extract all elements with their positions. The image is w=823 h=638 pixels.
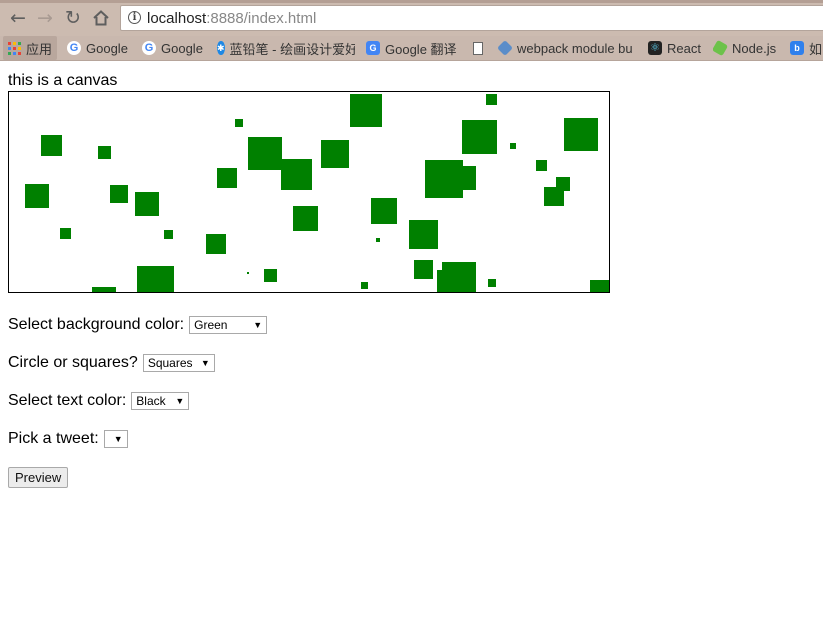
background-color-label: Select background color:: [8, 316, 185, 333]
canvas-square: [409, 220, 438, 249]
forward-arrow-icon[interactable]: →: [35, 8, 55, 28]
bookmark-label: 应用: [26, 41, 53, 57]
canvas-square: [235, 119, 243, 127]
browser-toolbar: ← → ↻ i localhost:8888/index.html: [0, 0, 823, 36]
dropdown-arrow-icon: ▼: [175, 396, 185, 406]
bookmark-label: Google: [86, 40, 128, 56]
bookmark-label: Google 翻译: [385, 41, 457, 57]
shape-row: Circle or squares? Squares ▼: [8, 354, 215, 372]
back-arrow-icon[interactable]: ←: [8, 8, 28, 28]
bookmark-google-1[interactable]: G Google: [67, 36, 128, 60]
bookmark-label: 蓝铅笔 - 绘画设计爱好: [229, 41, 355, 57]
info-icon[interactable]: i: [128, 11, 141, 24]
canvas[interactable]: [8, 91, 610, 293]
canvas-square: [92, 287, 116, 292]
background-color-select[interactable]: Green ▼: [189, 316, 268, 334]
canvas-square: [486, 94, 497, 105]
react-icon: ⚛: [648, 41, 662, 55]
canvas-square: [376, 238, 380, 242]
canvas-square: [536, 160, 547, 171]
bookmark-react[interactable]: ⚛ React: [648, 36, 701, 60]
dropdown-arrow-icon: ▼: [113, 434, 123, 444]
google-icon: G: [67, 41, 81, 55]
background-color-value: Green: [194, 318, 228, 332]
bookmark-google-2[interactable]: G Google: [142, 36, 203, 60]
bookmark-google-translate[interactable]: G Google 翻译: [366, 36, 457, 60]
canvas-square: [437, 270, 449, 292]
canvas-square: [135, 192, 159, 216]
bookmark-label: webpack module bu: [517, 40, 633, 56]
canvas-square: [264, 269, 277, 282]
url-path: :8888/index.html: [206, 10, 317, 27]
text-color-select[interactable]: Black ▼: [131, 392, 190, 410]
bookmark-nodejs[interactable]: Node.js: [713, 36, 776, 60]
canvas-square: [137, 266, 174, 292]
webpack-icon: [498, 40, 513, 56]
canvas-square: [25, 184, 49, 208]
canvas-square: [247, 272, 249, 274]
canvas-square: [217, 168, 237, 188]
canvas-square: [248, 137, 282, 170]
canvas-square: [590, 280, 609, 292]
bookmark-document[interactable]: [473, 36, 483, 60]
canvas-square: [544, 187, 564, 206]
canvas-square: [371, 198, 397, 224]
bookmark-label: Node.js: [732, 40, 777, 56]
canvas-square: [110, 185, 128, 203]
bookmark-label: React: [667, 40, 701, 56]
window-edge: [0, 0, 823, 3]
dropdown-arrow-icon: ▼: [253, 320, 263, 330]
lanqianbi-icon: ✱: [217, 41, 225, 55]
canvas-square: [60, 228, 71, 239]
bookmark-webpack[interactable]: webpack module bu: [498, 36, 636, 60]
google-icon: G: [142, 41, 156, 55]
canvas-square: [41, 135, 62, 156]
canvas-square: [455, 166, 476, 190]
canvas-square: [350, 94, 382, 127]
google-translate-icon: G: [366, 41, 380, 55]
apps-icon: [8, 41, 21, 55]
shape-label: Circle or squares?: [8, 354, 138, 371]
background-color-row: Select background color: Green ▼: [8, 316, 268, 334]
document-icon: [473, 41, 483, 55]
nodejs-icon: [713, 39, 729, 57]
text-color-row: Select text color: Black ▼: [8, 392, 190, 410]
bookmarks-bar: 应用 G Google G Google ✱ 蓝铅笔 - 绘画设计爱好 G Go…: [0, 36, 823, 61]
canvas-square: [462, 120, 497, 154]
canvas-square: [98, 146, 111, 159]
tweet-row: Pick a tweet: ▼: [8, 430, 128, 448]
text-color-value: Black: [136, 394, 166, 408]
tweet-select[interactable]: ▼: [103, 430, 128, 448]
canvas-square: [414, 260, 433, 279]
canvas-square: [293, 206, 318, 231]
shape-select[interactable]: Squares ▼: [142, 354, 215, 372]
canvas-drawing: [25, 94, 609, 292]
canvas-title: this is a canvas: [8, 72, 118, 89]
canvas-square: [488, 279, 496, 287]
preview-button[interactable]: Preview: [8, 467, 69, 488]
bookmark-label: Google: [161, 40, 203, 56]
reload-icon[interactable]: ↻: [63, 8, 83, 28]
canvas-square: [564, 118, 598, 151]
bookmark-label: 如: [809, 41, 823, 57]
canvas-square: [281, 159, 312, 190]
bing-icon: b: [790, 41, 804, 55]
url-text: localhost:8888/index.html: [147, 10, 316, 27]
dropdown-arrow-icon: ▼: [200, 358, 210, 368]
bookmark-apps[interactable]: 应用: [3, 36, 58, 60]
canvas-square: [510, 143, 516, 149]
canvas-square: [361, 282, 368, 289]
bookmark-bing[interactable]: b 如: [790, 36, 822, 60]
bookmark-lanqianbi[interactable]: ✱ 蓝铅笔 - 绘画设计爱好: [217, 36, 355, 60]
url-host: localhost: [147, 10, 207, 27]
address-bar[interactable]: i localhost:8888/index.html: [120, 5, 823, 31]
tweet-label: Pick a tweet:: [8, 430, 99, 447]
canvas-square: [164, 230, 173, 239]
text-color-label: Select text color:: [8, 392, 127, 409]
home-icon[interactable]: [91, 8, 111, 28]
canvas-square: [321, 140, 349, 168]
canvas-square: [206, 234, 226, 254]
home-icon-svg: [93, 10, 109, 26]
shape-value: Squares: [147, 356, 193, 370]
